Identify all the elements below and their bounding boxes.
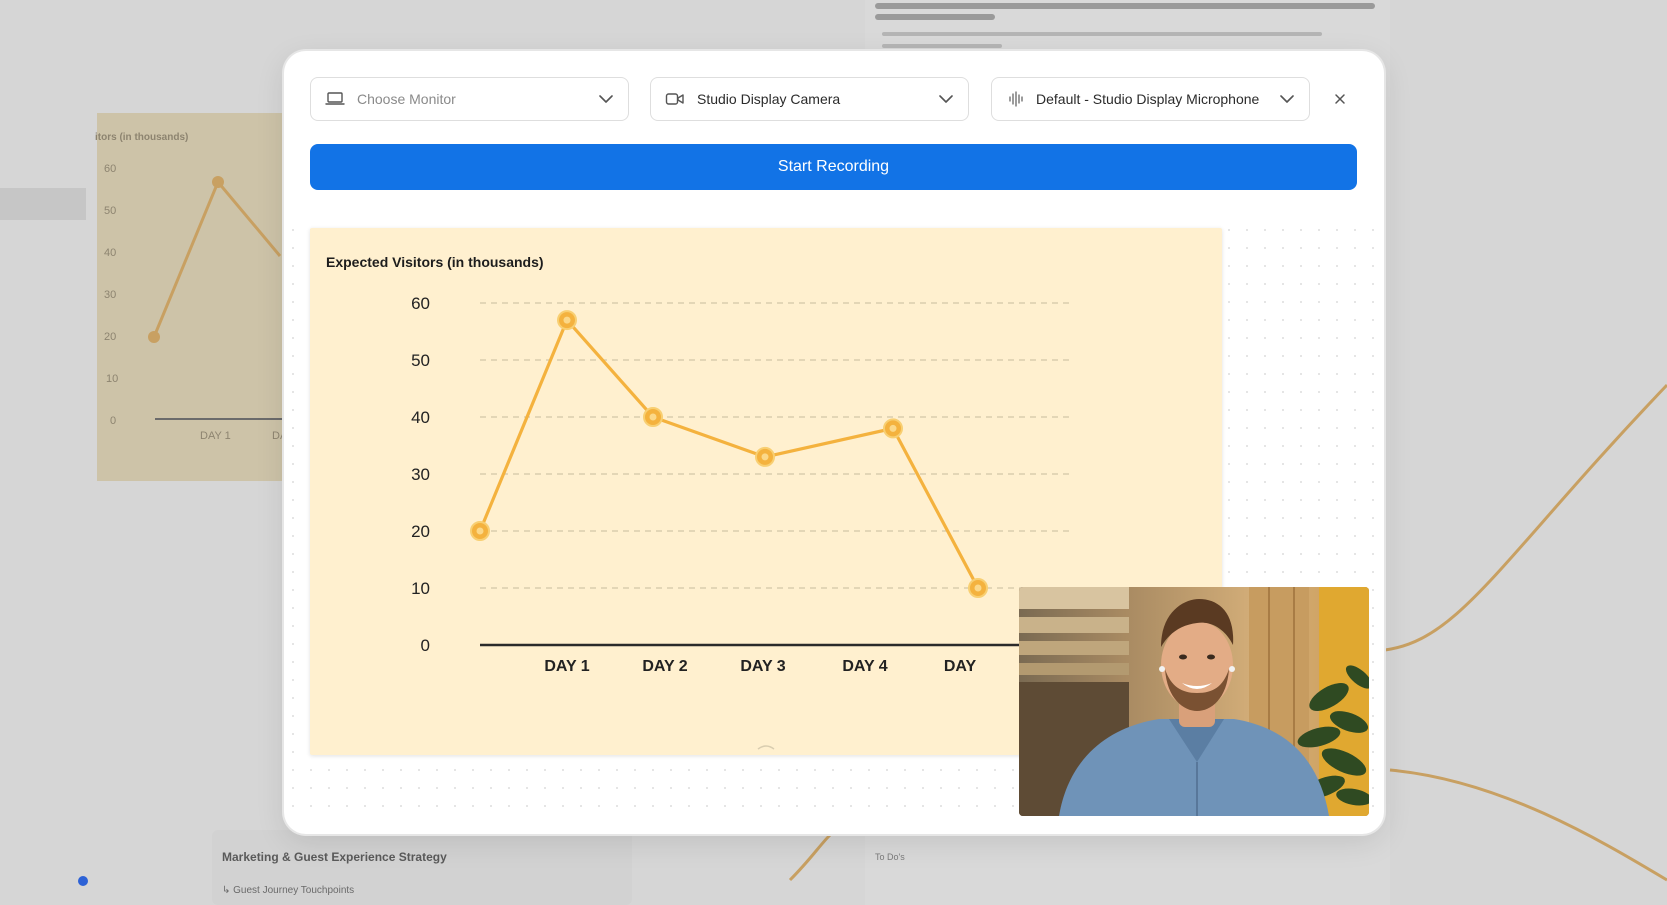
y-tick-label: 30 xyxy=(411,465,430,484)
microphone-select[interactable]: Default - Studio Display Microphone xyxy=(991,77,1310,121)
data-point-center xyxy=(974,584,982,592)
y-tick-label: 40 xyxy=(411,408,430,427)
data-point-center xyxy=(761,453,769,461)
chevron-down-icon xyxy=(938,91,954,107)
data-point-center xyxy=(649,413,657,421)
y-tick-label: 0 xyxy=(421,636,430,655)
recording-modal: Choose Monitor Studio Display Camera Def… xyxy=(284,51,1384,834)
data-point-center xyxy=(563,316,571,324)
background-todo-label: To Do's xyxy=(875,852,905,862)
camera-select-value: Studio Display Camera xyxy=(697,91,841,107)
camera-select[interactable]: Studio Display Camera xyxy=(650,77,969,121)
monitor-select-placeholder: Choose Monitor xyxy=(357,91,456,107)
data-point-center xyxy=(476,527,484,535)
start-recording-button[interactable]: Start Recording xyxy=(310,144,1357,190)
close-button[interactable] xyxy=(1328,87,1352,111)
monitor-icon xyxy=(325,89,345,109)
card-resize-handle[interactable] xyxy=(756,743,776,751)
y-tick-label: 10 xyxy=(411,579,430,598)
microphone-waveform-icon xyxy=(1006,89,1026,109)
chevron-down-icon xyxy=(1279,91,1295,107)
monitor-select[interactable]: Choose Monitor xyxy=(310,77,629,121)
x-tick-label: DAY xyxy=(944,658,977,675)
background-strategy-subtitle: ↳ Guest Journey Touchpoints xyxy=(222,885,355,896)
x-tick-label: DAY 3 xyxy=(740,658,785,675)
video-camera-icon xyxy=(665,89,685,109)
x-tick-label: DAY 4 xyxy=(842,658,887,675)
x-tick-label: DAY 1 xyxy=(544,658,589,675)
camera-preview[interactable] xyxy=(1019,587,1369,816)
x-tick-label: DAY 2 xyxy=(642,658,687,675)
microphone-select-value: Default - Studio Display Microphone xyxy=(1036,91,1260,107)
close-icon xyxy=(1335,94,1345,104)
chevron-down-icon xyxy=(598,91,614,107)
data-point-center xyxy=(889,424,897,432)
y-tick-label: 20 xyxy=(411,522,430,541)
person-webcam-feed xyxy=(1019,587,1369,816)
y-tick-label: 50 xyxy=(411,351,430,370)
background-status-dot xyxy=(78,876,88,886)
background-strategy-title: Marketing & Guest Experience Strategy xyxy=(222,850,447,864)
y-tick-label: 60 xyxy=(411,294,430,313)
